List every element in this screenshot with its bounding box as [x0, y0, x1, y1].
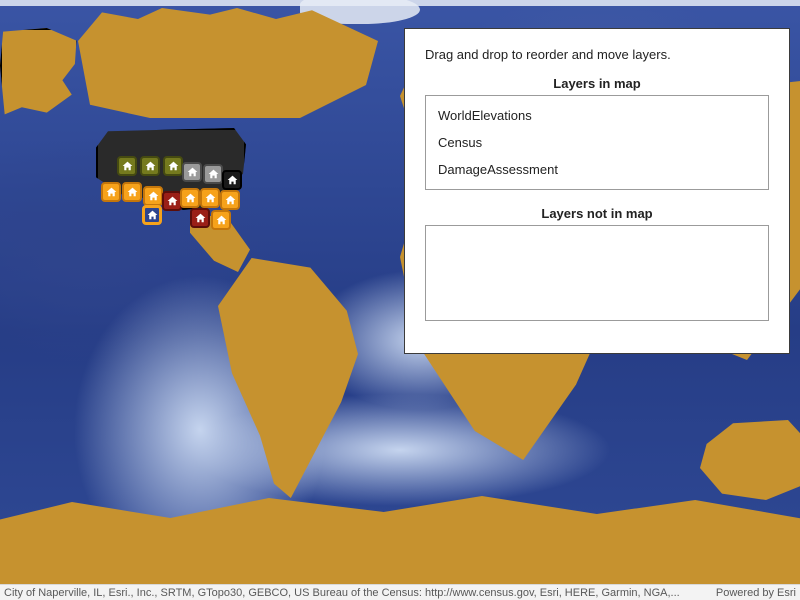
map-marker[interactable] [200, 188, 220, 208]
map-marker[interactable] [142, 205, 162, 225]
map-marker[interactable] [117, 156, 137, 176]
house-icon [147, 190, 160, 203]
house-icon [226, 174, 239, 187]
map-marker[interactable] [190, 208, 210, 228]
layers-in-map-list[interactable]: WorldElevationsCensusDamageAssessment [425, 95, 769, 190]
house-icon [224, 194, 237, 207]
map-marker[interactable] [180, 188, 200, 208]
house-icon [144, 160, 157, 173]
layer-item[interactable]: Census [436, 129, 758, 156]
map-marker[interactable] [122, 182, 142, 202]
map-marker[interactable] [101, 182, 121, 202]
house-icon [184, 192, 197, 205]
layer-item[interactable]: WorldElevations [436, 102, 758, 129]
house-icon [121, 160, 134, 173]
house-icon [186, 166, 199, 179]
map-marker[interactable] [211, 210, 231, 230]
panel-section-title-in-map: Layers in map [425, 76, 769, 91]
house-icon [166, 195, 179, 208]
house-icon [204, 192, 217, 205]
house-icon [167, 160, 180, 173]
panel-instructions: Drag and drop to reorder and move layers… [425, 47, 769, 62]
house-icon [105, 186, 118, 199]
map-marker[interactable] [182, 162, 202, 182]
map-marker[interactable] [163, 156, 183, 176]
house-icon [146, 209, 159, 222]
house-icon [215, 214, 228, 227]
house-icon [194, 212, 207, 225]
map-marker[interactable] [222, 170, 242, 190]
map-viewport[interactable]: Drag and drop to reorder and move layers… [0, 0, 800, 600]
attribution-powered-by: Powered by Esri [698, 585, 796, 600]
map-marker[interactable] [140, 156, 160, 176]
map-marker[interactable] [220, 190, 240, 210]
land-canada [78, 8, 378, 118]
layer-item[interactable]: DamageAssessment [436, 156, 758, 183]
map-marker[interactable] [143, 186, 163, 206]
ice-sheet [0, 0, 800, 6]
layers-not-in-map-list[interactable] [425, 225, 769, 321]
map-marker[interactable] [162, 191, 182, 211]
attribution-text: City of Naperville, IL, Esri., Inc., SRT… [4, 585, 680, 600]
house-icon [126, 186, 139, 199]
panel-section-title-not-in-map: Layers not in map [425, 206, 769, 221]
house-icon [207, 168, 220, 181]
layers-panel[interactable]: Drag and drop to reorder and move layers… [404, 28, 790, 354]
map-marker[interactable] [203, 164, 223, 184]
attribution-bar: City of Naperville, IL, Esri., Inc., SRT… [0, 584, 800, 600]
